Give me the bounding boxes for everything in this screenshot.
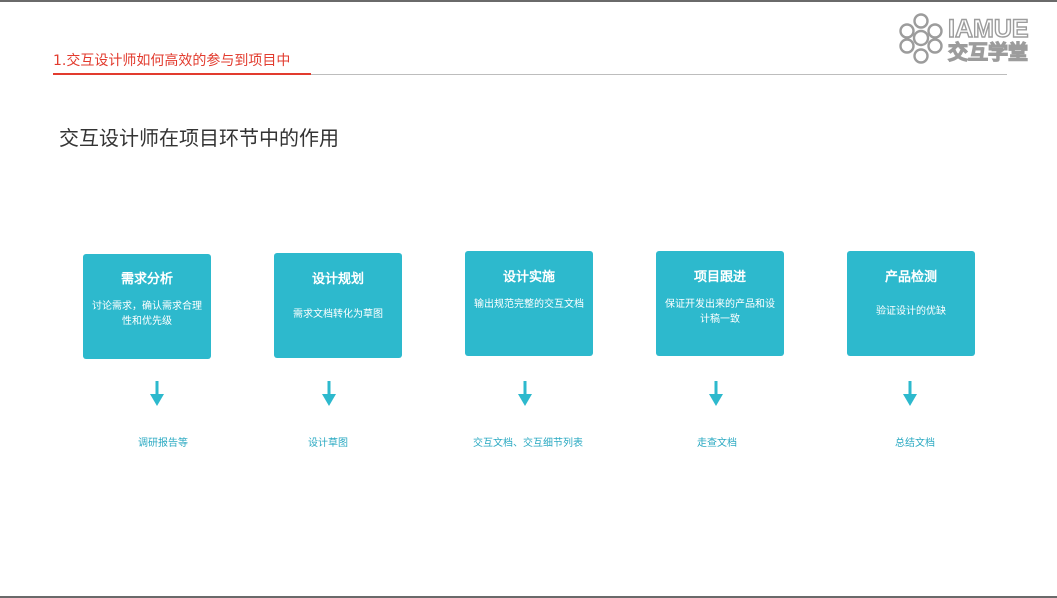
arrow-down-icon [322, 381, 336, 406]
logo-text-cn: 交互学堂 [947, 39, 1028, 64]
step-card-design-implementation: 设计实施 输出规范完整的交互文档 [465, 251, 593, 356]
step-output: 调研报告等 [138, 438, 188, 449]
step-title: 需求分析 [120, 272, 173, 287]
step-output: 总结文档 [895, 438, 935, 449]
step-description: 需求文档转化为草图 [293, 309, 383, 320]
step-title: 设计实施 [502, 270, 555, 285]
step-card-product-testing: 产品检测 验证设计的优缺 [847, 251, 975, 356]
step-card-requirements-analysis: 需求分析 讨论需求，确认需求合理性和优先级 [83, 254, 211, 359]
iamue-logo-icon [899, 13, 943, 64]
main-heading: 交互设计师在项目环节中的作用 [59, 126, 339, 150]
step-description: 保证开发出来的产品和设计稿一致 [665, 299, 775, 325]
step-output: 设计草图 [308, 438, 348, 449]
step-title: 项目跟进 [693, 270, 746, 285]
header-divider-accent [53, 73, 311, 75]
top-border [0, 0, 1057, 2]
step-title: 产品检测 [884, 270, 937, 285]
step-title: 设计规划 [311, 272, 364, 287]
step-description: 讨论需求，确认需求合理性和优先级 [92, 301, 202, 327]
arrow-down-icon [903, 381, 917, 406]
step-card-project-followup: 项目跟进 保证开发出来的产品和设计稿一致 [656, 251, 784, 356]
step-output: 交互文档、交互细节列表 [473, 438, 583, 449]
step-description: 验证设计的优缺 [876, 306, 946, 317]
step-description: 输出规范完整的交互文档 [474, 299, 584, 310]
arrow-down-icon [518, 381, 532, 406]
section-title: 1.交互设计师如何高效的参与到项目中 [53, 53, 291, 69]
step-card-design-planning: 设计规划 需求文档转化为草图 [274, 253, 402, 358]
arrow-down-icon [150, 381, 164, 406]
brand-logo: IAMUE 交互学堂 [896, 10, 1046, 66]
arrow-down-icon [709, 381, 723, 406]
logo-text-en: IAMUE [947, 15, 1029, 43]
step-output: 走查文档 [697, 438, 737, 449]
